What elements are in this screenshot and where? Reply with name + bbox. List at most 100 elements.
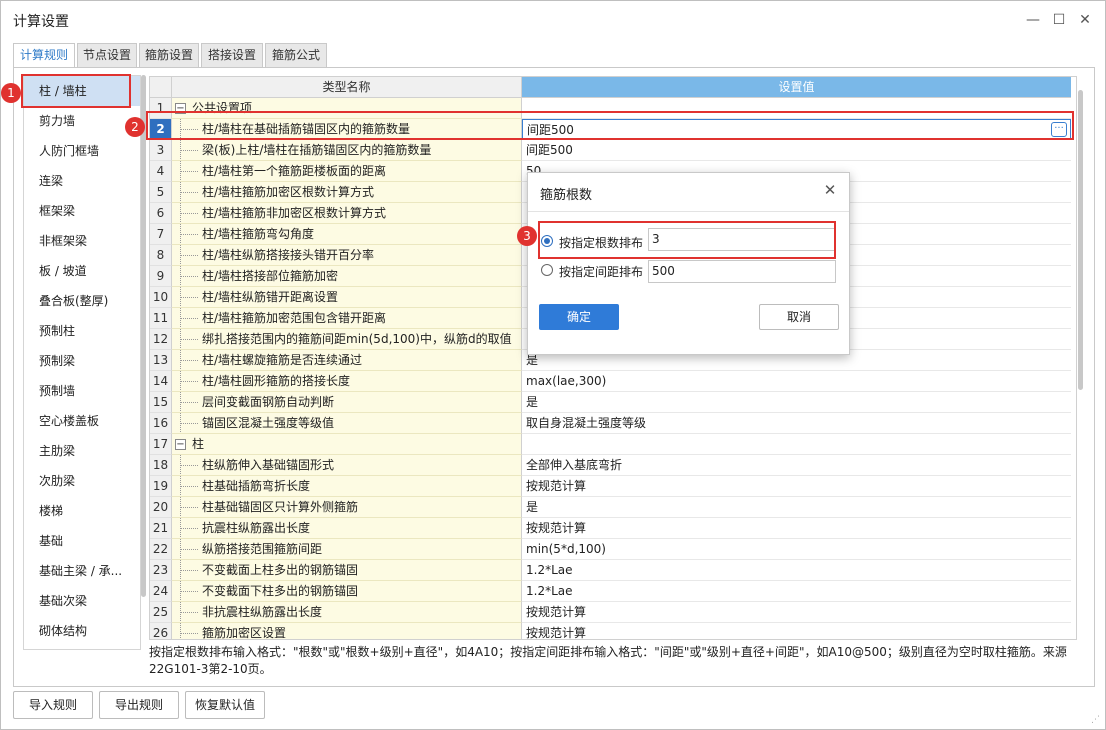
row-name-cell[interactable]: 不变截面上柱多出的钢筋锚固 [172,560,522,581]
row-number[interactable]: 25 [150,602,172,623]
row-number[interactable]: 19 [150,476,172,497]
sidebar-item-frame-beam[interactable]: 框架梁 [24,196,140,226]
count-input[interactable]: 3 [648,228,836,251]
row-name-cell[interactable]: 纵筋搭接范围箍筋间距 [172,539,522,560]
setting-value-cell[interactable]: 按规范计算 [522,476,1071,497]
row-name-cell[interactable]: 不变截面下柱多出的钢筋锚固 [172,581,522,602]
sidebar-item-non-frame-beam[interactable]: 非框架梁 [24,226,140,256]
setting-value-cell[interactable]: 按规范计算 [522,518,1071,539]
setting-value-cell[interactable]: 全部伸入基底弯折 [522,455,1071,476]
sidebar-item-masonry[interactable]: 砌体结构 [24,616,140,646]
row-number[interactable]: 7 [150,224,172,245]
setting-value-cell[interactable]: min(5*d,100) [522,539,1071,560]
row-number[interactable]: 22 [150,539,172,560]
ellipsis-button[interactable]: ··· [1051,122,1067,137]
row-number[interactable]: 26 [150,623,172,639]
row-name-cell[interactable]: 层间变截面钢筋自动判断 [172,392,522,413]
row-number[interactable]: 14 [150,371,172,392]
row-name-cell[interactable]: 抗震柱纵筋露出长度 [172,518,522,539]
row-number[interactable]: 8 [150,245,172,266]
tab-node-settings[interactable]: 节点设置 [77,43,137,67]
setting-value-cell[interactable]: 1.2*Lae [522,560,1071,581]
sidebar-item-precast-wall[interactable]: 预制墙 [24,376,140,406]
sidebar-item-foundation-secondary-beam[interactable]: 基础次梁 [24,586,140,616]
sidebar-item-column[interactable]: 柱 / 墙柱 [24,76,140,106]
sidebar-item-foundation[interactable]: 基础 [24,526,140,556]
restore-default-button[interactable]: 恢复默认值 [185,691,265,719]
table-row[interactable]: 18 柱纵筋伸入基础锚固形式 全部伸入基底弯折 [150,455,1071,476]
tab-stirrup-formula[interactable]: 箍筋公式 [265,43,327,67]
row-number[interactable]: 9 [150,266,172,287]
export-rules-button[interactable]: 导出规则 [99,691,179,719]
group-row[interactable]: 17− 柱 [150,434,1071,455]
table-row[interactable]: 16 锚固区混凝土强度等级值 取自身混凝土强度等级 [150,413,1071,434]
maximize-icon[interactable]: ☐ [1049,11,1069,29]
dialog-close-icon[interactable]: ✕ [821,181,839,199]
row-number[interactable]: 24 [150,581,172,602]
collapse-icon[interactable]: − [175,439,186,450]
table-row[interactable]: 25 非抗震柱纵筋露出长度 按规范计算 [150,602,1071,623]
setting-value-cell[interactable]: max(lae,300) [522,371,1071,392]
row-name-cell[interactable]: 柱/墙柱圆形箍筋的搭接长度 [172,371,522,392]
resize-grip-icon[interactable]: ⋰ [1091,715,1101,725]
row-name-cell[interactable]: 柱/墙柱箍筋非加密区根数计算方式 [172,203,522,224]
sidebar-item-secondary-rib-beam[interactable]: 次肋梁 [24,466,140,496]
row-number[interactable]: 5 [150,182,172,203]
table-row[interactable]: 2 柱/墙柱在基础插筋锚固区内的箍筋数量 间距500 ··· [150,119,1071,140]
table-row[interactable]: 19 柱基础插筋弯折长度 按规范计算 [150,476,1071,497]
row-number[interactable]: 18 [150,455,172,476]
row-name-cell[interactable]: 柱/墙柱纵筋错开距离设置 [172,287,522,308]
row-number[interactable]: 11 [150,308,172,329]
grid-header-value[interactable]: 设置值 [522,77,1071,98]
sidebar-item-foundation-main-beam[interactable]: 基础主梁 / 承... [24,556,140,586]
sidebar-item-hollow-floor[interactable]: 空心楼盖板 [24,406,140,436]
table-row[interactable]: 21 抗震柱纵筋露出长度 按规范计算 [150,518,1071,539]
row-number[interactable]: 12 [150,329,172,350]
row-number[interactable]: 1 [150,98,172,119]
table-row[interactable]: 22 纵筋搭接范围箍筋间距 min(5*d,100) [150,539,1071,560]
minimize-icon[interactable]: — [1023,11,1043,29]
row-name-cell[interactable]: 非抗震柱纵筋露出长度 [172,602,522,623]
sidebar-item-other[interactable]: 其它 [24,646,140,649]
sidebar-item-stairs[interactable]: 楼梯 [24,496,140,526]
row-name-cell[interactable]: 柱/墙柱螺旋箍筋是否连续通过 [172,350,522,371]
grid-scrollbar[interactable] [1078,90,1083,390]
sidebar-scrollbar[interactable] [141,75,146,597]
spacing-input[interactable]: 500 [648,260,836,283]
setting-value-cell[interactable]: 间距500 [522,140,1071,161]
sidebar-item-main-rib-beam[interactable]: 主肋梁 [24,436,140,466]
row-name-cell[interactable]: 柱基础锚固区只计算外侧箍筋 [172,497,522,518]
row-number[interactable]: 2 [150,119,172,140]
row-name-cell[interactable]: 绑扎搭接范围内的箍筋间距min(5d,100)中，纵筋d的取值 [172,329,522,350]
row-number[interactable]: 17 [150,434,172,455]
row-name-cell[interactable]: 柱/墙柱搭接部位箍筋加密 [172,266,522,287]
tab-calc-rules[interactable]: 计算规则 [13,43,75,68]
row-name-cell[interactable]: 柱/墙柱第一个箍筋距楼板面的距离 [172,161,522,182]
setting-value-cell[interactable]: 是 [522,497,1071,518]
setting-value-cell[interactable]: 按规范计算 [522,602,1071,623]
tab-stirrup-settings[interactable]: 箍筋设置 [139,43,199,67]
row-name-cell[interactable]: 锚固区混凝土强度等级值 [172,413,522,434]
row-name-cell[interactable]: 柱基础插筋弯折长度 [172,476,522,497]
setting-value-cell[interactable]: 是 [522,392,1071,413]
row-number[interactable]: 3 [150,140,172,161]
group-row[interactable]: 1− 公共设置项 [150,98,1071,119]
row-name-cell[interactable]: 柱/墙柱纵筋搭接接头错开百分率 [172,245,522,266]
row-number[interactable]: 21 [150,518,172,539]
table-row[interactable]: 23 不变截面上柱多出的钢筋锚固 1.2*Lae [150,560,1071,581]
table-row[interactable]: 20 柱基础锚固区只计算外侧箍筋 是 [150,497,1071,518]
table-row[interactable]: 24 不变截面下柱多出的钢筋锚固 1.2*Lae [150,581,1071,602]
tab-lap-settings[interactable]: 搭接设置 [201,43,263,67]
cancel-button[interactable]: 取消 [759,304,839,330]
row-name-cell[interactable]: 柱/墙柱箍筋加密范围包含错开距离 [172,308,522,329]
row-name-cell[interactable]: 柱纵筋伸入基础锚固形式 [172,455,522,476]
table-row[interactable]: 26 箍筋加密区设置 按规范计算 [150,623,1071,639]
setting-value-cell[interactable] [522,98,1071,119]
row-name-cell[interactable]: 箍筋加密区设置 [172,623,522,639]
sidebar-item-slab-ramp[interactable]: 板 / 坡道 [24,256,140,286]
row-number[interactable]: 13 [150,350,172,371]
row-name-cell[interactable]: 梁(板)上柱/墙柱在插筋锚固区内的箍筋数量 [172,140,522,161]
row-name-cell[interactable]: − 柱 [172,434,522,455]
row-number[interactable]: 15 [150,392,172,413]
row-number[interactable]: 4 [150,161,172,182]
